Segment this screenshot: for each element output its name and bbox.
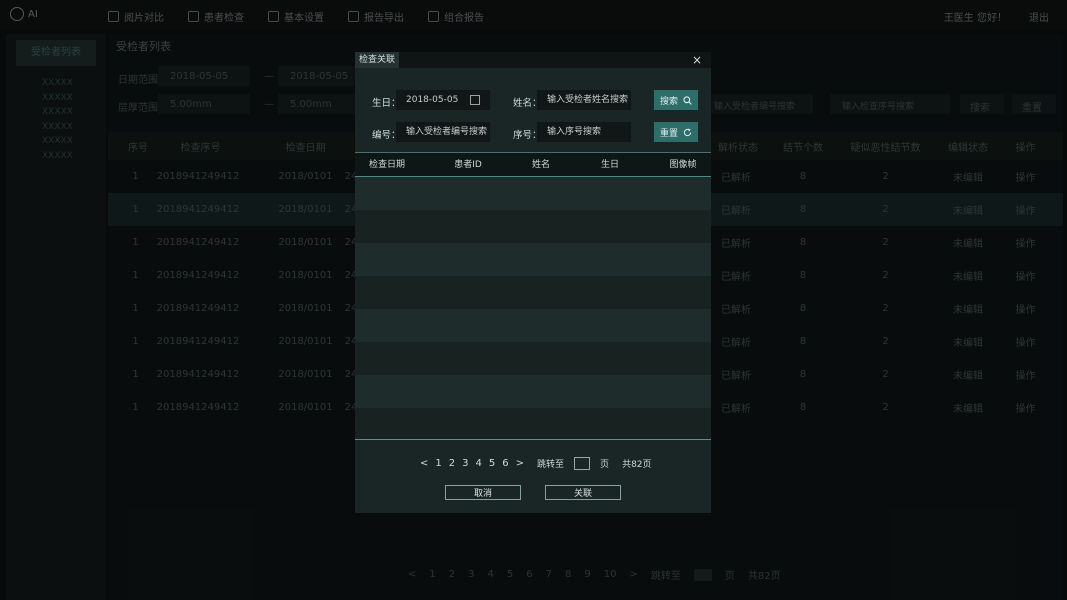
page-unit: 页 — [600, 460, 610, 470]
page-number[interactable]: 6 — [502, 458, 508, 469]
col-patient-id: 患者ID — [454, 160, 482, 170]
cancel-button[interactable]: 取消 — [445, 485, 521, 500]
seq-search-input[interactable]: 输入序号搜索 — [537, 122, 631, 142]
dialog-table-row[interactable] — [355, 309, 711, 342]
search-icon — [683, 95, 692, 105]
table-bottom-divider — [355, 439, 711, 440]
next-page[interactable]: > — [516, 458, 524, 469]
dialog-table-row[interactable] — [355, 375, 711, 408]
dialog-table-row[interactable] — [355, 177, 711, 210]
jump-page-input[interactable] — [574, 457, 591, 470]
dialog-table-row[interactable] — [355, 243, 711, 276]
col-name: 姓名 — [531, 160, 550, 170]
page-number[interactable]: 1 — [435, 458, 441, 469]
dialog-table-row[interactable] — [355, 408, 711, 439]
link-confirm-button[interactable]: 关联 — [545, 485, 621, 500]
col-image-frames: 图像帧 — [669, 160, 697, 170]
calendar-icon[interactable] — [470, 95, 480, 105]
jump-label: 跳转至 — [537, 460, 565, 470]
refresh-icon — [683, 128, 692, 136]
dialog-pagination: < 1 2 3 4 5 6 > 跳转至 页 共82页 — [420, 457, 652, 470]
dialog-header: 检查关联 × — [355, 52, 711, 68]
total-pages: 共82页 — [622, 460, 652, 470]
page-number[interactable]: 5 — [489, 458, 495, 469]
page-number[interactable]: 4 — [476, 458, 482, 469]
search-button[interactable]: 搜索 — [654, 90, 698, 110]
dialog-table-header: 检查日期 患者ID 姓名 生日 图像帧 — [355, 153, 711, 177]
id-search-input[interactable]: 输入受检者编号搜索 — [396, 122, 490, 142]
birth-date-value: 2018-05-05 — [406, 95, 459, 105]
exam-link-dialog: 检查关联 × 生日： 2018-05-05 姓名： 输入受检者姓名搜索 搜索 编… — [355, 52, 711, 513]
page-number[interactable]: 2 — [449, 458, 455, 469]
dialog-table-row[interactable] — [355, 342, 711, 375]
col-exam-date: 检查日期 — [368, 160, 405, 170]
dialog-table-row[interactable] — [355, 210, 711, 243]
page-number[interactable]: 3 — [462, 458, 468, 469]
name-search-input[interactable]: 输入受检者姓名搜索 — [537, 90, 631, 110]
prev-page[interactable]: < — [420, 458, 428, 469]
close-icon[interactable]: × — [692, 53, 702, 67]
col-birthday: 生日 — [600, 160, 619, 170]
reset-button[interactable]: 重置 — [654, 122, 698, 142]
dialog-table-row[interactable] — [355, 276, 711, 309]
birth-date-field[interactable]: 2018-05-05 — [396, 90, 490, 110]
dialog-title: 检查关联 — [355, 52, 399, 68]
